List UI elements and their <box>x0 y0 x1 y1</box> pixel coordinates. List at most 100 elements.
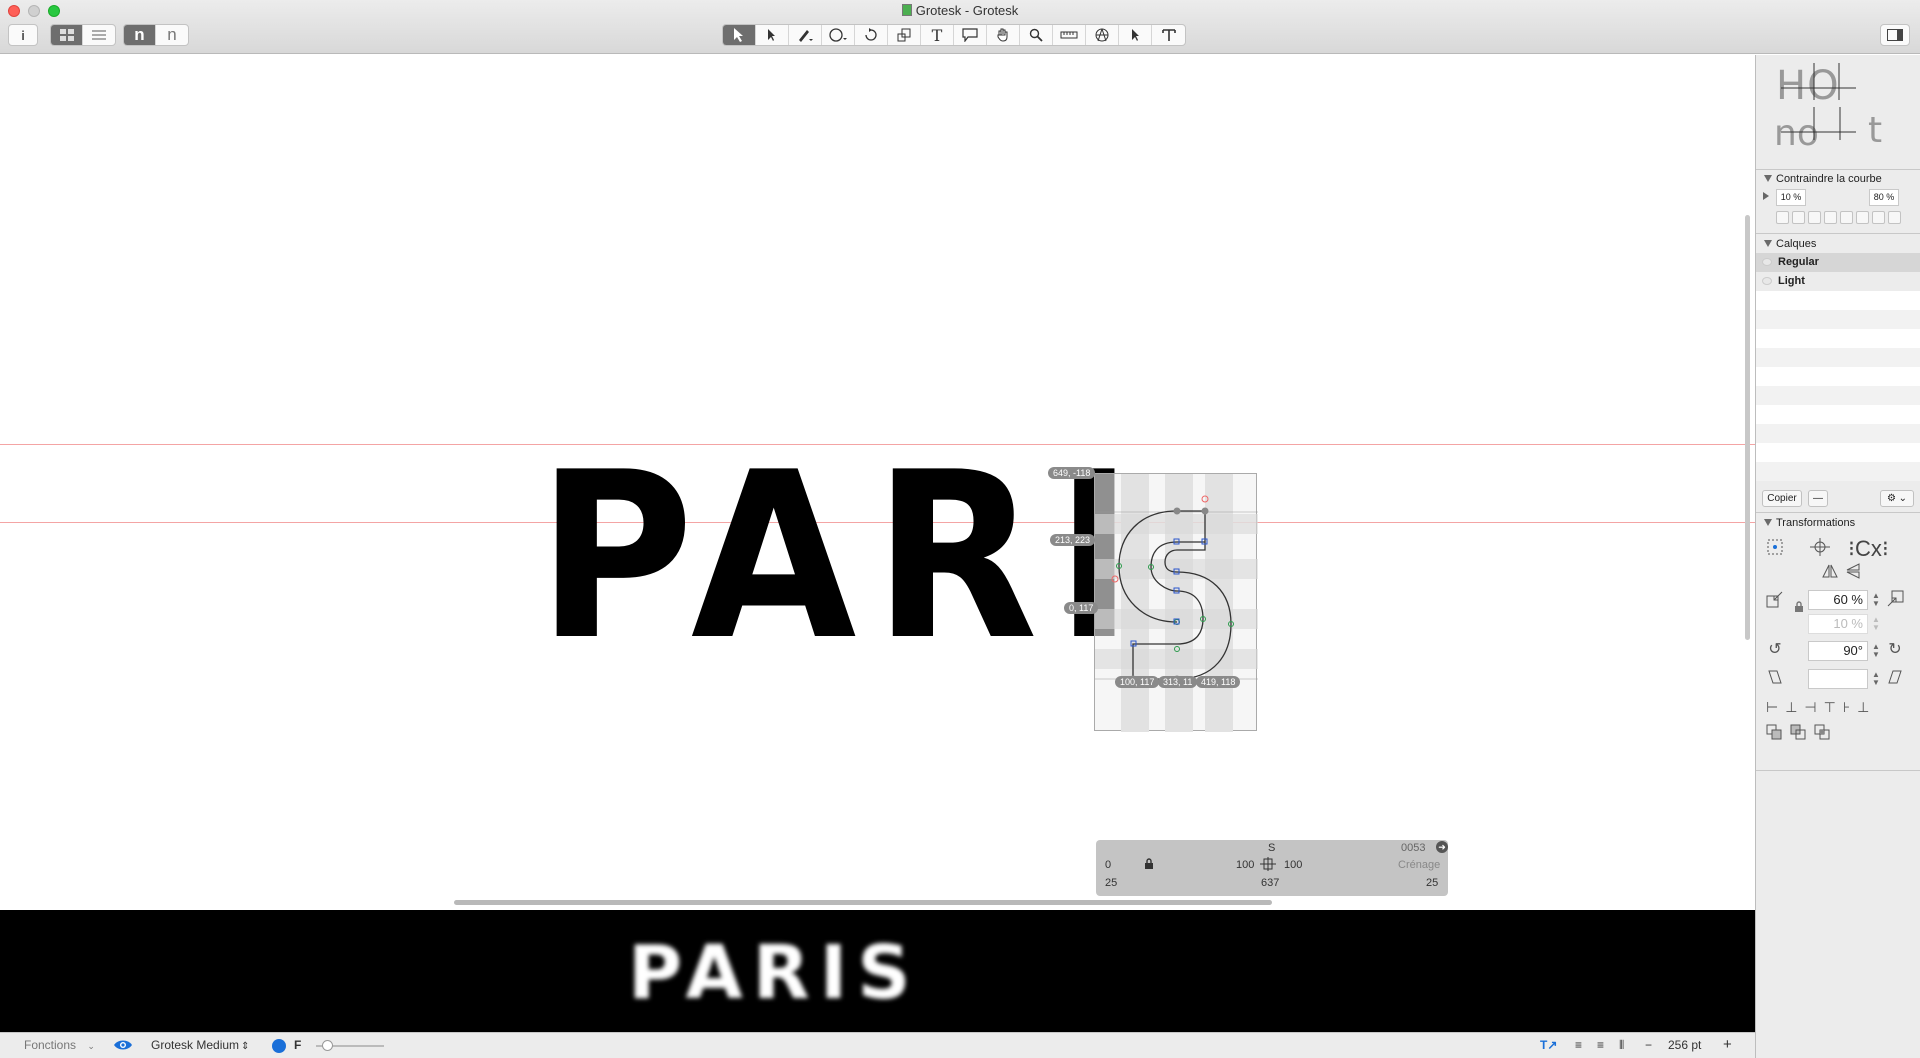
curve-min-field[interactable]: 10 % <box>1776 189 1806 206</box>
layer-options-button[interactable]: ⚙ ⌄ <box>1880 490 1914 507</box>
align-horizontal-center-icon[interactable]: ⊥ <box>1785 699 1797 716</box>
vertical-scrollbar[interactable] <box>1745 215 1750 640</box>
list-view-button[interactable] <box>83 25 115 45</box>
horizontal-scrollbar[interactable] <box>454 900 1272 905</box>
curve-preset-button[interactable] <box>1840 211 1853 224</box>
outline-glyph-button[interactable]: n <box>156 25 188 45</box>
transformations-header[interactable]: Transformations <box>1756 514 1920 532</box>
curve-preset-button[interactable] <box>1872 211 1885 224</box>
rotate-stepper[interactable]: ▲ ▼ <box>1872 643 1880 659</box>
align-left-edge-icon[interactable]: ⊢ <box>1766 699 1778 716</box>
bounding-box-origin-icon[interactable] <box>1766 538 1784 556</box>
zoom-in-button[interactable]: + <box>1723 1036 1732 1053</box>
primitives-tool[interactable] <box>1086 25 1119 45</box>
align-right-icon[interactable]: ≡ <box>1597 1038 1604 1052</box>
align-bottom-edge-icon[interactable]: ⊥ <box>1857 699 1869 716</box>
annotation-tool[interactable] <box>954 25 987 45</box>
rotate-tool[interactable] <box>855 25 888 45</box>
slant-stepper[interactable]: ▲ ▼ <box>1872 671 1880 687</box>
scale-stepper[interactable]: ▲ ▼ <box>1872 592 1880 608</box>
slant-field[interactable] <box>1808 669 1868 689</box>
align-top-edge-icon[interactable]: ⊤ <box>1824 699 1836 716</box>
copy-layer-button[interactable]: Copier <box>1762 490 1802 507</box>
crosshair-origin-icon[interactable] <box>1810 538 1830 556</box>
select-all-tool[interactable] <box>1119 25 1152 45</box>
pointer-tool[interactable] <box>723 25 756 45</box>
eye-icon[interactable] <box>113 1039 133 1054</box>
rotate-right-icon[interactable]: ↻ <box>1886 641 1904 659</box>
right-sidebearing[interactable]: 100 <box>1284 859 1302 871</box>
edit-tool[interactable] <box>756 25 789 45</box>
edit-canvas[interactable]: PARIS 649, -118 213, 223 0, 117 100, 117… <box>0 55 1755 905</box>
align-left-icon[interactable]: ≡ <box>1575 1038 1582 1052</box>
hand-tool[interactable] <box>987 25 1020 45</box>
scale-vertical-stepper[interactable]: ▲ ▼ <box>1872 616 1880 632</box>
grid-view-button[interactable] <box>51 25 83 45</box>
slant-right-icon[interactable] <box>1886 669 1904 687</box>
slider-knob[interactable] <box>322 1040 333 1051</box>
constrain-curve-header[interactable]: Contraindre la courbe <box>1756 170 1920 188</box>
unicode-value[interactable]: 0053 <box>1401 842 1425 854</box>
metrics-link-icon[interactable] <box>1260 857 1276 874</box>
rotate-left-icon[interactable]: ↺ <box>1766 641 1784 659</box>
zoom-tool[interactable] <box>1020 25 1053 45</box>
left-kerning-group[interactable]: 0 <box>1105 859 1111 871</box>
next-glyph-arrow-icon[interactable]: ➜ <box>1436 841 1448 853</box>
text-align-tool[interactable] <box>1152 25 1185 45</box>
rotate-field[interactable]: 90° <box>1808 641 1868 661</box>
align-right-edge-icon[interactable]: ⊣ <box>1804 699 1816 716</box>
layers-header[interactable]: Calques <box>1756 235 1920 253</box>
glyph-name[interactable]: S <box>1268 842 1275 854</box>
font-size-field[interactable]: 256 pt <box>1668 1038 1701 1052</box>
feature-button[interactable]: F <box>294 1038 301 1052</box>
color-preview-icon[interactable] <box>272 1039 286 1053</box>
layer-row-regular[interactable]: Regular <box>1756 253 1920 272</box>
align-vertical-center-icon[interactable]: ⊦ <box>1843 699 1850 716</box>
kerning-label[interactable]: Crénage <box>1398 859 1440 871</box>
scale-vertical-field[interactable]: 10 % <box>1808 614 1868 634</box>
scale-down-icon[interactable] <box>1766 590 1784 608</box>
text-tool[interactable]: T <box>921 25 954 45</box>
glyph-width[interactable]: 637 <box>1261 877 1279 889</box>
flip-vertical-icon[interactable] <box>1844 562 1862 580</box>
layer-row-light[interactable]: Light <box>1756 272 1920 291</box>
info-button[interactable]: i <box>8 24 38 46</box>
curve-preset-button[interactable] <box>1888 211 1901 224</box>
custom-origin-icon[interactable]: ⁝Cx⁝ <box>1848 536 1889 562</box>
scale-tool[interactable] <box>888 25 921 45</box>
curve-preset-button[interactable] <box>1856 211 1869 224</box>
left-sidebearing[interactable]: 100 <box>1236 859 1254 871</box>
curve-preset-button[interactable] <box>1808 211 1821 224</box>
proportion-lock-icon[interactable] <box>1794 601 1804 615</box>
layer-visibility-icon[interactable] <box>1762 277 1772 285</box>
scale-up-icon[interactable] <box>1886 590 1904 608</box>
functions-menu[interactable]: Fonctions ⌄ <box>24 1038 95 1052</box>
text-direction-icon[interactable]: T↗ <box>1540 1038 1557 1052</box>
subtract-icon[interactable] <box>1790 724 1806 740</box>
intersect-icon[interactable] <box>1814 724 1830 740</box>
curve-preset-button[interactable] <box>1776 211 1789 224</box>
curve-preset-button[interactable] <box>1824 211 1837 224</box>
layer-visibility-icon[interactable] <box>1762 258 1772 266</box>
right-metric-value[interactable]: 25 <box>1426 877 1438 889</box>
preview-size-slider[interactable] <box>316 1040 384 1051</box>
scale-percent-field[interactable]: 60 % <box>1808 590 1868 610</box>
measure-tool[interactable] <box>1053 25 1086 45</box>
zoom-out-button[interactable]: − <box>1645 1038 1652 1052</box>
curve-preset-button[interactable] <box>1792 211 1805 224</box>
left-metric-value[interactable]: 25 <box>1105 877 1117 889</box>
curve-max-field[interactable]: 80 % <box>1869 189 1899 206</box>
filled-glyph-button[interactable]: n <box>124 25 156 45</box>
active-glyph-box[interactable] <box>1094 473 1258 732</box>
disclosure-triangle-icon[interactable] <box>1763 192 1769 200</box>
vertical-text-icon[interactable]: ⦀ <box>1619 1038 1624 1053</box>
remove-layer-button[interactable]: — <box>1808 490 1828 507</box>
flip-horizontal-icon[interactable] <box>1821 562 1839 580</box>
font-master-select[interactable]: Grotesk Medium ⇕ <box>151 1038 249 1052</box>
draw-tool[interactable] <box>789 25 822 45</box>
sidebar-toggle-button[interactable] <box>1880 24 1910 46</box>
union-icon[interactable] <box>1766 724 1782 740</box>
lock-icon[interactable] <box>1144 858 1154 872</box>
shape-tool[interactable] <box>822 25 855 45</box>
slant-left-icon[interactable] <box>1766 669 1784 687</box>
